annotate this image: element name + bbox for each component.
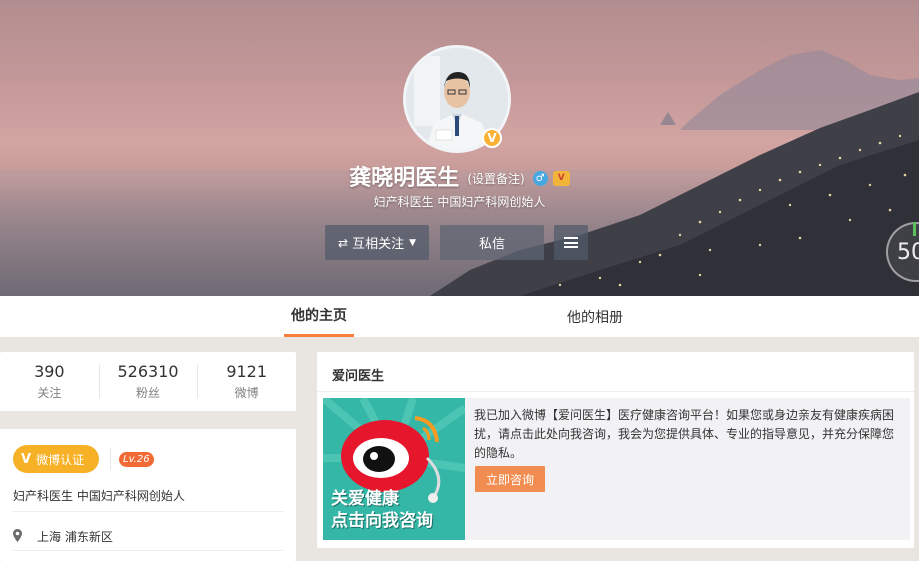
tab-home[interactable]: 他的主页 bbox=[284, 296, 354, 337]
profile-bio: 妇产科医生 中国妇产科网创始人 bbox=[373, 195, 546, 209]
divider bbox=[13, 511, 283, 512]
stat-followers[interactable]: 526310 粉丝 bbox=[98, 352, 198, 411]
weibo-verified-badge[interactable]: V 微博认证 bbox=[13, 445, 99, 473]
ask-doctor-content[interactable]: 关爱健康 点击向我咨询 我已加入微博【爱问医生】医疗健康咨询平台！如果您或身边亲… bbox=[323, 398, 910, 540]
promo-line-2: 点击向我咨询 bbox=[331, 511, 433, 531]
consult-now-button[interactable]: 立即咨询 bbox=[475, 466, 545, 492]
mutual-follow-icon: ⇄ bbox=[338, 235, 349, 250]
tab-album[interactable]: 他的相册 bbox=[562, 296, 628, 337]
verified-label: 微博认证 bbox=[36, 452, 85, 467]
card-title: 爱问医生 bbox=[332, 369, 385, 384]
verified-badge-icon: V bbox=[482, 128, 502, 148]
stat-label: 微博 bbox=[234, 386, 259, 400]
stats-card: 390 关注 526310 粉丝 9121 微博 bbox=[0, 352, 296, 411]
profile-cover: V 龚晓明医生 (设置备注) ♂ V 妇产科医生 中国妇产科网创始人 ⇄ 互相关… bbox=[0, 0, 919, 296]
mutual-follow-label: 互相关注 bbox=[352, 237, 405, 252]
stat-value: 526310 bbox=[117, 362, 179, 381]
profile-name: 龚晓明医生 bbox=[349, 166, 460, 191]
ask-doctor-description[interactable]: 我已加入微博【爱问医生】医疗健康咨询平台！如果您或身边亲友有健康疾病困扰，请点击… bbox=[474, 406, 902, 463]
profile-info-card: V 微博认证 Lv.26 妇产科医生 中国妇产科网创始人 上海 浦东新区 bbox=[0, 429, 296, 561]
profile-tab-bar: 他的主页 他的相册 bbox=[0, 296, 919, 337]
divider bbox=[317, 391, 914, 392]
stat-label: 粉丝 bbox=[136, 386, 161, 400]
stat-label: 关注 bbox=[37, 386, 62, 400]
hamburger-menu-icon bbox=[564, 237, 578, 248]
ask-doctor-promo-image[interactable]: 关爱健康 点击向我咨询 bbox=[323, 398, 465, 540]
private-message-button[interactable]: 私信 bbox=[440, 225, 544, 260]
chevron-down-icon: ▼ bbox=[409, 237, 416, 248]
stat-following[interactable]: 390 关注 bbox=[0, 352, 99, 411]
male-gender-icon: ♂ bbox=[532, 170, 548, 186]
location-pin-icon bbox=[13, 529, 22, 542]
divider bbox=[110, 448, 111, 470]
ask-doctor-card: 爱问医生 关爱健康 点击向我咨询 我已加入微博【爱问医生】医疗健康咨询平台！如果… bbox=[317, 352, 914, 548]
divider bbox=[13, 550, 283, 551]
more-menu-button[interactable] bbox=[554, 225, 588, 260]
verified-v-icon: V bbox=[21, 451, 32, 467]
info-bio: 妇产科医生 中国妇产科网创始人 bbox=[13, 489, 185, 503]
level-badge[interactable]: Lv.26 bbox=[119, 452, 154, 467]
mutual-follow-button[interactable]: ⇄ 互相关注 ▼ bbox=[325, 225, 429, 260]
location-text: 上海 浦东新区 bbox=[37, 530, 113, 544]
stat-posts[interactable]: 9121 微博 bbox=[197, 352, 296, 411]
vip-member-icon[interactable]: V bbox=[552, 170, 570, 186]
set-remark-link[interactable]: (设置备注) bbox=[467, 170, 524, 187]
stat-value: 9121 bbox=[226, 362, 268, 381]
stat-value: 390 bbox=[34, 362, 65, 381]
side-indicator bbox=[913, 222, 916, 236]
